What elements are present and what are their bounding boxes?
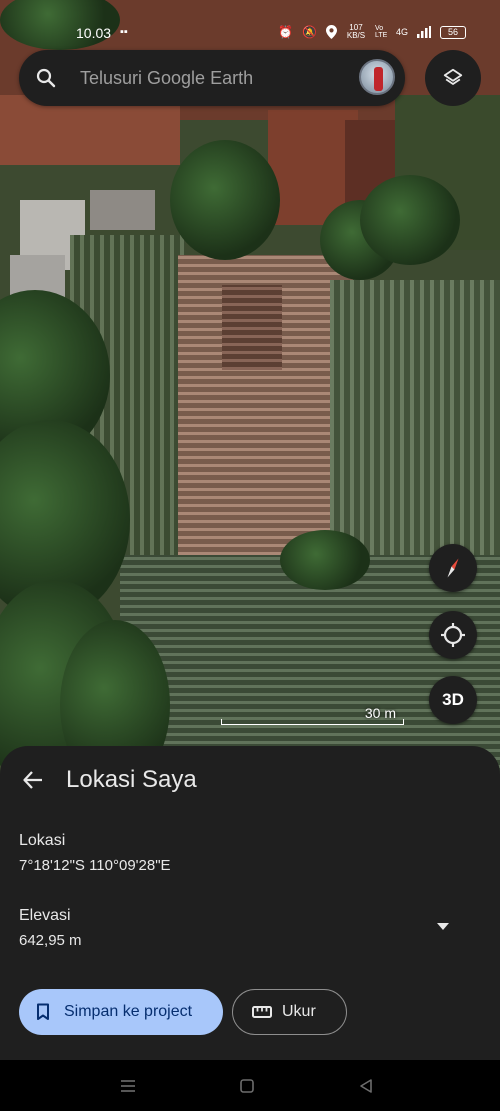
signal-label: 4G [395,27,408,37]
avatar-figure [374,67,383,91]
layers-icon [443,68,463,85]
scale-line [221,719,404,725]
location-value: 7°18'12"S 110°09'28"E [19,857,171,874]
map-tree [170,140,280,260]
signal-icon [417,26,431,38]
measure-button[interactable]: Ukur [232,989,347,1035]
map-roof [90,190,155,230]
expand-button[interactable] [432,918,454,934]
elevation-label: Elevasi [19,907,71,924]
map-field [222,285,282,370]
3d-toggle-button[interactable]: 3D [429,676,477,724]
status-time: 10.03 [76,25,112,41]
back-arrow-icon [23,771,42,789]
back-nav-button[interactable] [355,1075,377,1097]
back-triangle-icon [360,1079,372,1093]
bookmark-icon [37,1003,49,1020]
dropdown-arrow-icon [437,922,449,930]
home-button[interactable] [236,1075,258,1097]
save-button-label: Simpan ke project [64,1003,193,1020]
search-input[interactable] [80,64,350,92]
location-pin-icon [325,25,337,39]
alarm-icon: ⏰ [278,25,294,39]
save-to-project-button[interactable]: Simpan ke project [19,989,223,1035]
compass-icon [447,558,459,578]
volte-label: Vo LTE [374,25,388,39]
my-location-button[interactable] [429,611,477,659]
scale-bar: 30 m [221,705,404,725]
home-square-icon [240,1079,254,1093]
navigation-bar [0,1060,500,1111]
measure-button-label: Ukur [282,1003,316,1020]
search-bar[interactable] [19,50,405,106]
status-icons: ⏰ 🔕 107 KB/S Vo LTE 4G 56 [278,24,466,40]
ruler-icon [252,1006,272,1018]
status-bar: 10.03 ▪▪ ⏰ 🔕 107 KB/S Vo LTE 4G 56 [0,18,500,48]
menu-icon [121,1080,135,1092]
location-label: Lokasi [19,832,66,849]
cast-icon: ▪▪ [120,26,128,38]
map-field [330,280,500,570]
battery-icon: 56 [440,25,466,39]
search-icon[interactable] [36,68,56,88]
location-sheet: Lokasi Saya Lokasi 7°18'12"S 110°09'28"E… [0,746,500,1060]
back-button[interactable] [19,766,47,794]
recents-button[interactable] [117,1075,139,1097]
mute-icon: 🔕 [302,25,317,39]
battery-level: 56 [447,27,458,37]
net-speed: 107 KB/S [346,23,366,40]
layers-button[interactable] [425,50,481,106]
satellite-map[interactable] [0,0,500,800]
sheet-title: Lokasi Saya [66,766,197,793]
3d-label: 3D [442,690,464,709]
elevation-value: 642,95 m [19,932,82,949]
avatar[interactable] [359,59,395,95]
my-location-icon [441,623,465,647]
map-tree [280,530,370,590]
compass-button[interactable] [429,544,477,592]
map-tree [360,175,460,265]
